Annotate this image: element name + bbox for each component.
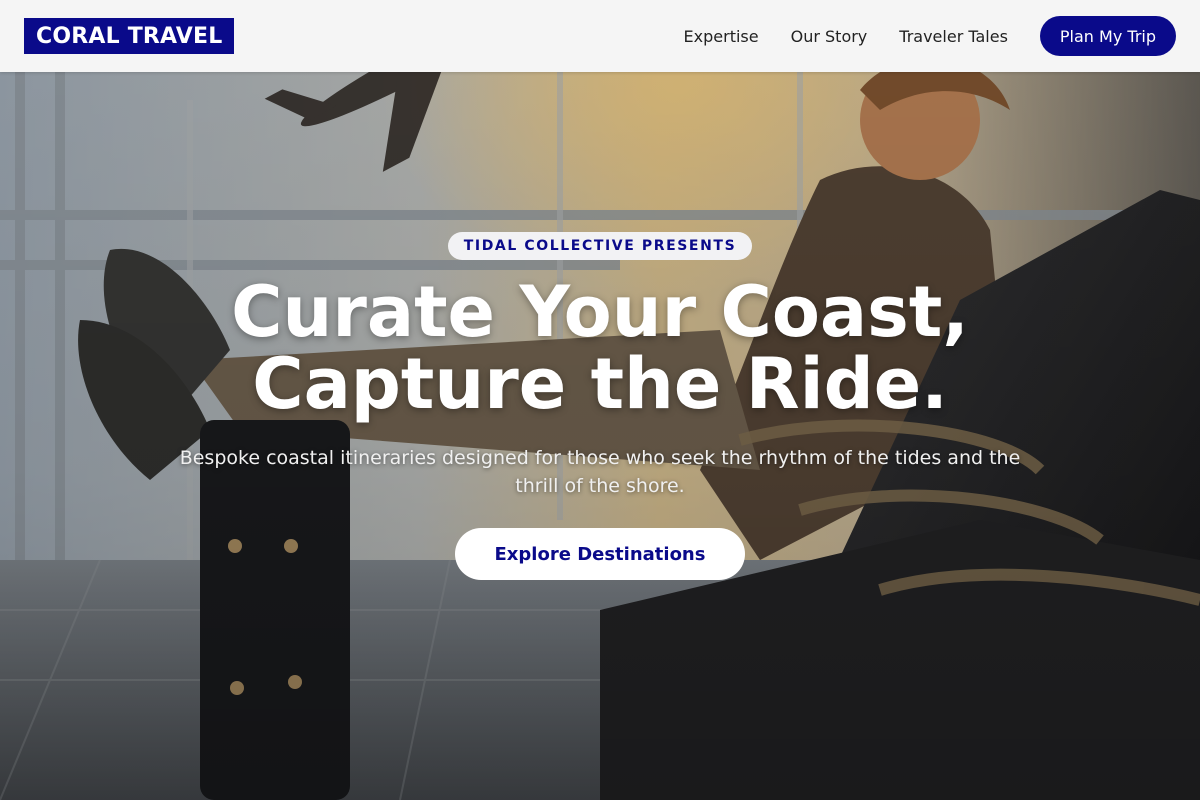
headline-line-2: Capture the Ride. [252,343,948,425]
plan-my-trip-button[interactable]: Plan My Trip [1039,16,1176,56]
main-nav: Expertise Our Story Traveler Tales Plan … [652,16,1176,56]
brand-logo[interactable]: CORAL TRAVEL [24,18,235,54]
hero-content: TIDAL COLLECTIVE PRESENTS Curate Your Co… [0,232,1200,580]
hero-headline: Curate Your Coast, Capture the Ride. [231,276,969,420]
nav-link-our-story[interactable]: Our Story [791,27,868,46]
explore-destinations-button[interactable]: Explore Destinations [454,528,746,580]
hero-subtext: Bespoke coastal itineraries designed for… [179,447,1021,497]
presenter-badge: TIDAL COLLECTIVE PRESENTS [447,232,753,260]
hero-section: TIDAL COLLECTIVE PRESENTS Curate Your Co… [0,72,1200,800]
headline-line-1: Curate Your Coast, [231,271,969,353]
nav-link-traveler-tales[interactable]: Traveler Tales [899,27,1008,46]
site-header: CORAL TRAVEL Expertise Our Story Travele… [0,0,1200,72]
nav-link-expertise[interactable]: Expertise [684,27,759,46]
